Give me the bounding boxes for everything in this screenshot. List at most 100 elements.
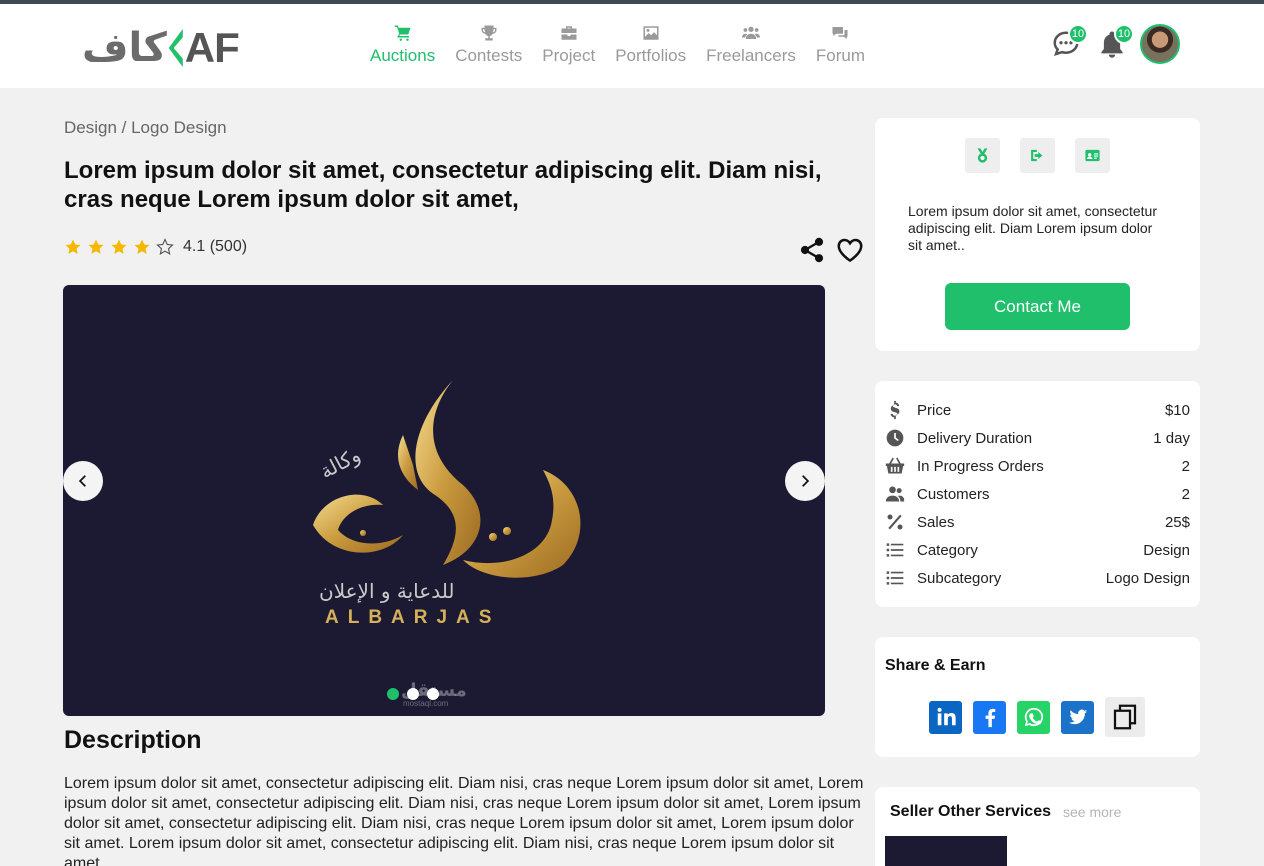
carousel-dot[interactable] — [407, 688, 419, 700]
share-facebook-button[interactable] — [973, 700, 1006, 734]
image-latin-text: ALBARJAS — [325, 607, 501, 628]
chevron-right-icon — [802, 475, 810, 487]
nav-label: Contests — [455, 46, 523, 65]
stat-label: Subcategory — [917, 569, 1002, 587]
nav-item-auctions[interactable]: Auctions — [370, 24, 435, 66]
messages-count-badge: 10 — [1068, 24, 1088, 44]
seller-icons — [965, 138, 1110, 173]
stat-value: Logo Design — [1105, 569, 1190, 587]
other-service-thumbnail[interactable] — [885, 836, 1007, 866]
copy-icon — [1113, 704, 1137, 730]
linkedin-icon — [937, 707, 956, 726]
sign-out-button[interactable] — [1020, 138, 1055, 173]
nav-label: Freelancers — [706, 46, 796, 65]
stat-label: Category — [917, 541, 978, 559]
dollar-icon — [890, 400, 900, 420]
share-icon[interactable] — [798, 236, 826, 264]
stat-value: 1 day — [1153, 429, 1190, 447]
other-services-card: Seller Other Services see more — [875, 787, 1200, 866]
stat-value: 2 — [1181, 457, 1190, 475]
star-filled-icon — [65, 239, 81, 254]
description-title: Description — [64, 726, 202, 754]
star-filled-icon — [111, 239, 127, 254]
stat-label: In Progress Orders — [917, 457, 1044, 475]
clock-icon — [886, 429, 904, 447]
breadcrumb[interactable]: Design / Logo Design — [64, 118, 227, 138]
site-logo[interactable]: كاف AF — [82, 24, 240, 71]
stat-label: Delivery Duration — [917, 429, 1033, 447]
stat-row-price: Price $10 — [885, 400, 1190, 420]
share-buttons — [929, 697, 1145, 737]
main-nav: Auctions Contests Project Portfolios Fre… — [370, 24, 865, 66]
stat-label: Price — [917, 401, 952, 419]
twitter-icon — [1068, 709, 1087, 725]
image-watermark-url: mostaql.com — [403, 699, 449, 708]
logo-latin-text: AF — [184, 24, 240, 71]
notifications-button[interactable]: 10 — [1094, 24, 1134, 64]
service-title: Lorem ipsum dolor sit amet, consectetur … — [64, 157, 822, 213]
stat-row-customers: Customers 2 — [885, 484, 1190, 504]
nav-label: Auctions — [370, 46, 436, 65]
header-actions: 10 10 — [1048, 24, 1180, 64]
chevron-left-icon — [78, 475, 86, 487]
rating-text: 4.1 (500) — [183, 238, 248, 255]
nav-item-forum[interactable]: Forum — [816, 24, 865, 66]
stat-value: 25$ — [1164, 513, 1190, 531]
image-carousel[interactable]: وكالة للدعاية و الإعلان ALBARJAS مستقل m… — [63, 285, 825, 716]
share-whatsapp-button[interactable] — [1017, 700, 1050, 734]
star-filled-icon — [134, 239, 150, 254]
messages-button[interactable]: 10 — [1048, 24, 1088, 64]
stat-value: $10 — [1164, 401, 1190, 419]
carousel-dots — [387, 688, 439, 700]
nav-item-portfolios[interactable]: Portfolios — [615, 24, 686, 66]
carousel-prev-button[interactable] — [63, 461, 103, 501]
site-header: كاف AF Auctions Contests Project Portfol… — [0, 4, 1264, 88]
stat-row-category: Category Design — [885, 540, 1190, 560]
description-body: Lorem ipsum dolor sit amet, consectetur … — [64, 775, 864, 866]
stat-value: Design — [1143, 541, 1190, 559]
see-more-link[interactable]: see more — [1063, 804, 1121, 820]
comments-icon — [832, 27, 848, 39]
nav-label: Project — [542, 46, 596, 65]
nav-item-project[interactable]: Project — [542, 24, 595, 66]
star-empty-icon — [156, 238, 174, 256]
stat-label: Sales — [917, 513, 955, 531]
stat-row-subcategory: Subcategory Logo Design — [885, 568, 1190, 588]
service-stats-card: Price $10 Delivery Duration 1 day In Pro… — [875, 381, 1200, 607]
seller-card: Lorem ipsum dolor sit amet, consectetur … — [875, 118, 1200, 351]
carousel-dot[interactable] — [387, 688, 399, 700]
image-icon — [643, 26, 659, 40]
heart-icon[interactable] — [834, 235, 866, 265]
user-avatar[interactable] — [1140, 24, 1180, 64]
cart-icon — [394, 25, 411, 41]
basket-icon — [885, 457, 905, 474]
medal-button[interactable] — [965, 138, 1000, 173]
id-card-button[interactable] — [1075, 138, 1110, 173]
share-earn-card: Share & Earn — [875, 637, 1200, 757]
share-linkedin-button[interactable] — [929, 700, 962, 734]
copy-link-button[interactable] — [1105, 697, 1145, 737]
stat-label: Customers — [917, 485, 990, 503]
users-icon — [885, 486, 905, 502]
nav-item-contests[interactable]: Contests — [455, 24, 522, 66]
image-arabic-sub-text: للدعاية و الإعلان — [319, 579, 455, 603]
other-services-title: Seller Other Services — [890, 803, 1051, 820]
albarjas-logo-image — [313, 380, 581, 578]
list-icon — [886, 571, 904, 585]
notifications-count-badge: 10 — [1114, 24, 1134, 44]
logo-mark-icon — [169, 29, 183, 67]
contact-me-button[interactable]: Contact Me — [945, 283, 1130, 330]
id-card-icon — [1085, 149, 1100, 162]
percent-icon — [887, 514, 903, 530]
star-filled-icon — [88, 239, 104, 254]
trophy-icon — [481, 25, 497, 41]
medal-icon — [977, 148, 988, 163]
facebook-icon — [985, 708, 995, 728]
carousel-dot[interactable] — [427, 688, 439, 700]
carousel-next-button[interactable] — [785, 461, 825, 501]
stat-row-sales: Sales 25$ — [885, 512, 1190, 532]
users-icon — [741, 26, 760, 39]
share-earn-title: Share & Earn — [885, 657, 986, 674]
nav-item-freelancers[interactable]: Freelancers — [706, 24, 796, 66]
share-twitter-button[interactable] — [1061, 700, 1094, 734]
